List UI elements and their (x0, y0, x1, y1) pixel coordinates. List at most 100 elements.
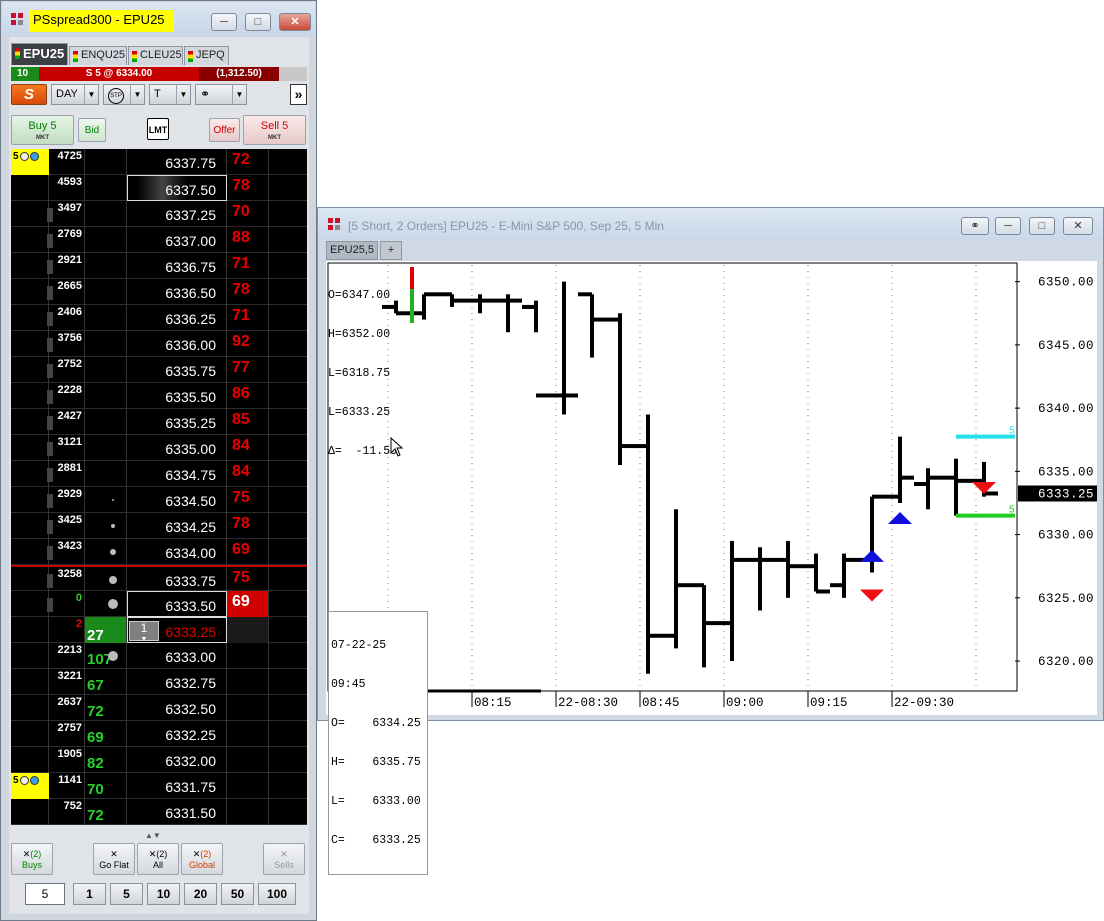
ladder-row[interactable]: 3258 6333.75 75 (11, 565, 307, 593)
price-cell[interactable]: 6336.25 (127, 305, 227, 331)
bid-cell[interactable]: 70 (85, 773, 127, 799)
bid-cell[interactable]: 67 (85, 669, 127, 695)
ask-cell[interactable]: 69 (227, 539, 269, 565)
price-cell[interactable]: 6337.75 (127, 149, 227, 175)
ladder-row[interactable]: 5 4725 6337.75 72 (11, 149, 307, 175)
qty-button-5[interactable]: 5 (110, 883, 143, 905)
bid-cell[interactable] (85, 331, 127, 357)
ladder-row[interactable]: 2406 6336.25 71 (11, 305, 307, 331)
bid-cell[interactable] (85, 253, 127, 279)
price-cell[interactable]: 6335.00 (127, 435, 227, 461)
sell-order-cell[interactable] (269, 383, 307, 409)
working-order-cell[interactable] (11, 331, 49, 357)
volume-cell[interactable]: 2921 (47, 253, 85, 279)
working-order-cell[interactable] (11, 567, 49, 593)
scroll-grip-icon[interactable]: ▲▼ (145, 831, 161, 840)
qty-button-50[interactable]: 50 (221, 883, 254, 905)
sell-order-cell[interactable] (269, 227, 307, 253)
price-cell[interactable]: 6336.50 (127, 279, 227, 305)
cancel-buys-button[interactable]: ✕(2) Buys (11, 843, 53, 875)
sell-order-cell[interactable] (269, 799, 307, 825)
volume-cell[interactable]: 752 (49, 799, 85, 825)
sell-order-cell[interactable] (269, 747, 307, 773)
bid-cell[interactable] (85, 435, 127, 461)
ask-cell[interactable]: 78 (227, 513, 269, 539)
working-order-cell[interactable] (11, 435, 49, 461)
volume-cell[interactable]: 2881 (47, 461, 85, 487)
volume-cell[interactable]: 3258 (47, 567, 85, 593)
ladder-row[interactable]: 3423 6334.00 69 (11, 539, 307, 565)
ask-cell[interactable]: 85 (227, 409, 269, 435)
bid-cell[interactable]: 72 (85, 695, 127, 721)
sell-order-cell[interactable] (269, 591, 307, 617)
ladder-row[interactable]: 2757 69 6332.25 (11, 721, 307, 747)
volume-cell[interactable]: 2665 (47, 279, 85, 305)
ask-cell[interactable]: 77 (227, 357, 269, 383)
ladder-row[interactable]: 3425 6334.25 78 (11, 513, 307, 539)
ask-cell[interactable] (227, 643, 269, 669)
price-cell[interactable]: 6337.00 (127, 227, 227, 253)
ladder-row[interactable]: 2228 6335.50 86 (11, 383, 307, 409)
ladder-row[interactable]: 2213 107 6333.00 (11, 643, 307, 669)
cancel-sells-button[interactable]: ✕ Sells (263, 843, 305, 875)
sell-order-cell[interactable] (269, 773, 307, 799)
ladder-row[interactable]: 4593 6337.50 78 (11, 175, 307, 201)
ask-cell[interactable] (227, 799, 269, 825)
volume-cell[interactable]: 4725 (49, 149, 85, 175)
sell-order-cell[interactable] (269, 435, 307, 461)
sell-order-cell[interactable] (269, 305, 307, 331)
minimize-icon[interactable]: ─ (211, 13, 237, 31)
bid-cell[interactable] (85, 409, 127, 435)
volume-cell[interactable]: 3756 (47, 331, 85, 357)
working-order-badge[interactable]: 5 (11, 149, 49, 175)
close-icon[interactable]: ✕ (1063, 217, 1093, 235)
working-order-cell[interactable] (11, 201, 49, 227)
bid-cell[interactable] (85, 513, 127, 539)
ladder-row[interactable]: 3497 6337.25 70 (11, 201, 307, 227)
stp-select[interactable]: STP ▼ (103, 84, 145, 105)
more-button[interactable]: » (290, 84, 307, 105)
working-order-cell[interactable] (11, 513, 49, 539)
ladder-row[interactable]: 3121 6335.00 84 (11, 435, 307, 461)
ask-cell[interactable] (227, 617, 269, 643)
bid-cell[interactable] (85, 591, 127, 617)
bid-cell[interactable] (85, 487, 127, 513)
bid-cell[interactable] (85, 305, 127, 331)
bid-cell[interactable]: 69 (85, 721, 127, 747)
working-order-cell[interactable] (11, 175, 49, 201)
working-order-cell[interactable] (11, 305, 49, 331)
sell-market-button[interactable]: Sell 5 MKT (243, 115, 306, 145)
working-order-cell[interactable] (11, 617, 49, 643)
ladder-row[interactable]: 2769 6337.00 88 (11, 227, 307, 253)
quantity-input[interactable]: 5 (25, 883, 65, 905)
ladder-row[interactable]: 752 72 6331.50 (11, 799, 307, 825)
tab-jepq[interactable]: JEPQ (184, 46, 229, 65)
bid-cell[interactable] (85, 149, 127, 175)
position-marker[interactable]: 1 ▼ (129, 621, 159, 643)
chart-titlebar[interactable]: [5 Short, 2 Orders] EPU25 - E-Mini S&P 5… (318, 208, 1103, 240)
price-cell[interactable]: 6335.75 (127, 357, 227, 383)
bid-cell[interactable] (85, 539, 127, 565)
ladder-row[interactable]: 3756 6336.00 92 (11, 331, 307, 357)
price-cell[interactable]: 6332.75 (127, 669, 227, 695)
sell-order-cell[interactable] (269, 567, 307, 593)
ask-cell[interactable]: 92 (227, 331, 269, 357)
tab-enqu25[interactable]: ENQU25 (69, 46, 127, 65)
volume-cell[interactable]: 2637 (49, 695, 85, 721)
working-order-cell[interactable] (11, 721, 49, 747)
tab-epu25[interactable]: EPU25 (11, 43, 68, 65)
ask-cell[interactable] (227, 695, 269, 721)
price-cell[interactable]: 6333.00 (127, 643, 227, 669)
ladder-row[interactable]: 2929 6334.50 75 (11, 487, 307, 513)
volume-cell[interactable]: 2406 (47, 305, 85, 331)
bid-cell[interactable] (85, 279, 127, 305)
qty-button-10[interactable]: 10 (147, 883, 180, 905)
bid-cell[interactable] (85, 383, 127, 409)
price-cell[interactable]: 6332.25 (127, 721, 227, 747)
sell-order-cell[interactable] (269, 513, 307, 539)
ask-cell[interactable]: 71 (227, 253, 269, 279)
link-select[interactable]: ⚭ ▼ (195, 84, 247, 105)
ladder-row[interactable]: 3221 67 6332.75 (11, 669, 307, 695)
volume-cell[interactable]: 1141 (49, 773, 85, 799)
volume-cell[interactable]: 2213 (49, 643, 85, 669)
